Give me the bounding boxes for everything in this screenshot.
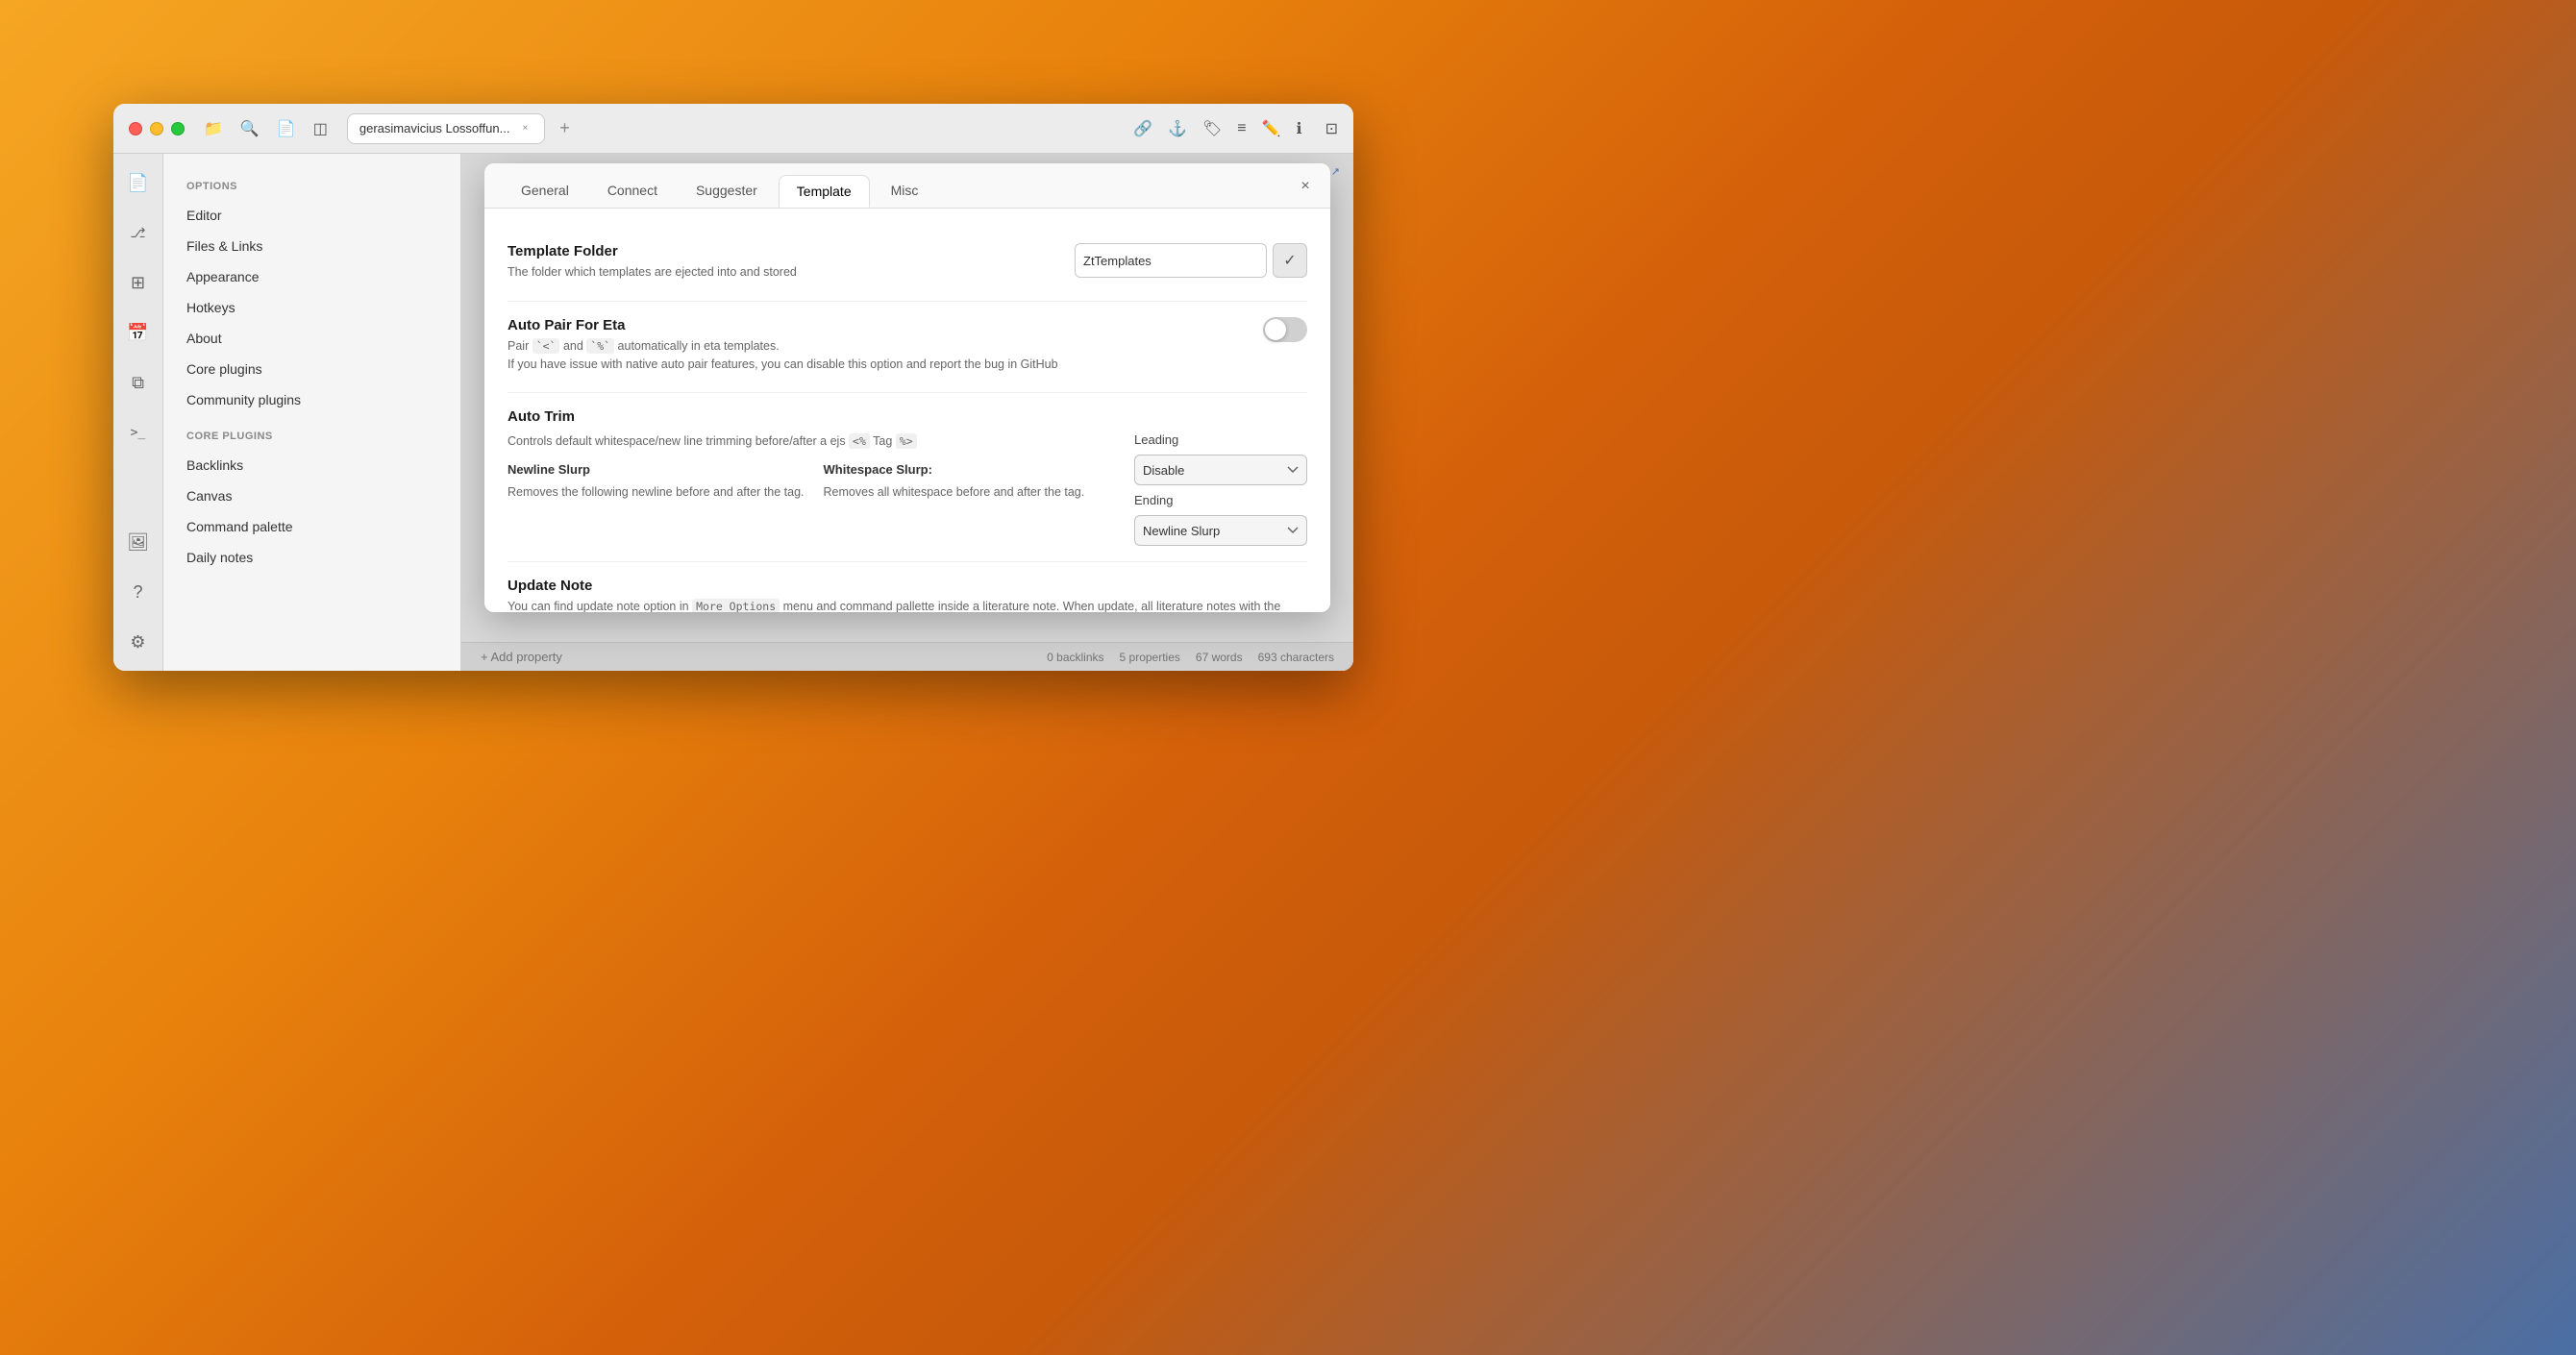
newline-slurp-desc: Removes the following newline before and… (508, 483, 805, 502)
auto-pair-toggle[interactable] (1263, 317, 1307, 342)
options-label: Options (163, 181, 460, 200)
titlebar-right-icons: 🔗 ⚓ 🏷 ≡ ✏️ ℹ ⊡ (1133, 119, 1338, 138)
tab-bar: gerasimavicius Lossoffun... × + (347, 113, 1122, 144)
settings-item-files-links[interactable]: Files & Links (163, 231, 460, 261)
main-window: 📁 🔍 📄 ◫ gerasimavicius Lossoffun... × + … (113, 104, 1353, 671)
link-icon[interactable]: ⚓ (1168, 119, 1187, 138)
settings-item-command-palette[interactable]: Command palette (163, 511, 460, 542)
dialog-overlay: × General Connect Suggester Template Mis… (461, 154, 1353, 671)
update-note-row: Update Note You can find update note opt… (508, 562, 1307, 612)
maximize-button[interactable] (171, 122, 185, 136)
close-button[interactable] (129, 122, 142, 136)
sidebar: 📄 ⎇ ⊞ 📅 ⧉ >_ 🖼 ? ⚙ (113, 154, 163, 671)
tag-icon[interactable]: 🏷 (1202, 119, 1222, 138)
dialog-close-button[interactable]: × (1294, 175, 1317, 198)
template-folder-input-group: ✓ (1075, 243, 1307, 278)
settings-item-backlinks[interactable]: Backlinks (163, 450, 460, 480)
settings-content: ge 1 × General Connect Suggester Templat… (461, 154, 1353, 671)
layout-icon[interactable]: ⊡ (1325, 119, 1338, 138)
add-tab-button[interactable]: + (551, 115, 578, 142)
info-icon[interactable]: ℹ (1297, 119, 1302, 138)
sidebar-icon-graph[interactable]: ⎇ (121, 215, 156, 250)
ending-label: Ending (1134, 493, 1307, 507)
minimize-button[interactable] (150, 122, 163, 136)
tab-label: gerasimavicius Lossoffun... (359, 121, 510, 136)
ending-select[interactable]: Disable Newline Slurp Whitespace Slurp (1134, 515, 1307, 546)
tab-suggester[interactable]: Suggester (679, 175, 775, 208)
sidebar-icon-image[interactable]: 🖼 (121, 525, 156, 559)
settings-item-canvas[interactable]: Canvas (163, 480, 460, 511)
auto-pair-left: Auto Pair For Eta Pair `<` and `%` autom… (508, 317, 1058, 374)
newline-slurp-title: Newline Slurp (508, 460, 805, 480)
sidebar-icon-calendar[interactable]: 📅 (121, 315, 156, 350)
auto-pair-title: Auto Pair For Eta (508, 317, 1058, 333)
list-icon[interactable]: ≡ (1237, 120, 1246, 137)
sidebar-icon-terminal[interactable]: >_ (121, 415, 156, 450)
trim-cols-wrapper: Newline Slurp Removes the following newl… (508, 460, 1119, 501)
update-note-title: Update Note (508, 578, 1307, 594)
template-folder-row: Template Folder The folder which templat… (508, 228, 1307, 302)
sidebar-icon-file[interactable]: 📄 (121, 165, 156, 200)
trim-cols: Newline Slurp Removes the following newl… (508, 460, 1119, 501)
sidebar-icon-settings[interactable]: ⚙ (121, 625, 156, 659)
leading-select-group: Leading Disable Newline Slurp Whitespace… (1134, 432, 1307, 485)
settings-item-daily-notes[interactable]: Daily notes (163, 542, 460, 573)
sidebar-icon-help[interactable]: ? (121, 575, 156, 609)
template-folder-title: Template Folder (508, 243, 797, 259)
tab-item[interactable]: gerasimavicius Lossoffun... × (347, 113, 546, 144)
core-plugins-label: Core plugins (163, 431, 460, 450)
auto-trim-row: Auto Trim Controls default whitespace/ne… (508, 393, 1307, 562)
settings-item-appearance[interactable]: Appearance (163, 261, 460, 292)
main-content: 📄 ⎇ ⊞ 📅 ⧉ >_ 🖼 ? ⚙ Options Editor Files … (113, 154, 1353, 671)
traffic-lights (129, 122, 185, 136)
update-note-desc: You can find update note option in More … (508, 598, 1307, 612)
sidebar-icon-grid[interactable]: ⊞ (121, 265, 156, 300)
tab-general[interactable]: General (504, 175, 586, 208)
auto-trim-content: Controls default whitespace/new line tri… (508, 432, 1307, 546)
auto-pair-desc2: If you have issue with native auto pair … (508, 356, 1058, 374)
dialog-tab-bar: General Connect Suggester Template Misc (484, 163, 1330, 209)
titlebar-left-icons: 📁 🔍 📄 ◫ (204, 119, 328, 138)
whitespace-slurp-title: Whitespace Slurp: (824, 460, 1085, 480)
ending-select-group: Ending Disable Newline Slurp Whitespace … (1134, 493, 1307, 546)
settings-panel: Options Editor Files & Links Appearance … (163, 154, 461, 671)
tab-connect[interactable]: Connect (590, 175, 675, 208)
bookmark-icon[interactable]: 🔗 (1133, 119, 1152, 138)
template-folder-desc: The folder which templates are ejected i… (508, 263, 797, 282)
sidebar-toggle-icon[interactable]: ◫ (313, 119, 328, 138)
auto-pair-desc1: Pair `<` and `%` automatically in eta te… (508, 337, 1058, 356)
auto-trim-desc: Controls default whitespace/new line tri… (508, 432, 1119, 546)
auto-pair-row: Auto Pair For Eta Pair `<` and `%` autom… (508, 302, 1307, 394)
settings-item-community-plugins[interactable]: Community plugins (163, 384, 460, 415)
auto-trim-desc-text: Controls default whitespace/new line tri… (508, 432, 1119, 451)
template-folder-header: Template Folder The folder which templat… (508, 243, 1307, 282)
tab-template[interactable]: Template (779, 175, 870, 208)
whitespace-slurp-col: Whitespace Slurp: Removes all whitespace… (824, 460, 1085, 501)
whitespace-slurp-desc: Removes all whitespace before and after … (824, 483, 1085, 502)
settings-item-core-plugins[interactable]: Core plugins (163, 354, 460, 384)
template-folder-confirm-button[interactable]: ✓ (1273, 243, 1307, 278)
settings-item-about[interactable]: About (163, 323, 460, 354)
sidebar-icon-pages[interactable]: ⧉ (121, 365, 156, 400)
search-icon[interactable]: 🔍 (240, 119, 260, 138)
settings-item-hotkeys[interactable]: Hotkeys (163, 292, 460, 323)
newline-slurp-col: Newline Slurp Removes the following newl… (508, 460, 805, 501)
toggle-knob (1265, 319, 1286, 340)
settings-dialog: × General Connect Suggester Template Mis… (484, 163, 1330, 612)
tab-close-button[interactable]: × (517, 121, 533, 136)
new-note-icon[interactable]: 📄 (277, 119, 296, 138)
template-folder-input[interactable] (1075, 243, 1267, 278)
dialog-body: Template Folder The folder which templat… (484, 209, 1330, 612)
trim-controls: Leading Disable Newline Slurp Whitespace… (1134, 432, 1307, 546)
template-folder-left: Template Folder The folder which templat… (508, 243, 797, 282)
tab-misc[interactable]: Misc (874, 175, 936, 208)
folder-icon[interactable]: 📁 (204, 119, 223, 138)
leading-select[interactable]: Disable Newline Slurp Whitespace Slurp (1134, 455, 1307, 485)
settings-item-editor[interactable]: Editor (163, 200, 460, 231)
auto-trim-title: Auto Trim (508, 408, 1307, 425)
highlight-icon[interactable]: ✏️ (1262, 119, 1281, 138)
leading-label: Leading (1134, 432, 1307, 447)
titlebar: 📁 🔍 📄 ◫ gerasimavicius Lossoffun... × + … (113, 104, 1353, 154)
auto-pair-header: Auto Pair For Eta Pair `<` and `%` autom… (508, 317, 1307, 374)
